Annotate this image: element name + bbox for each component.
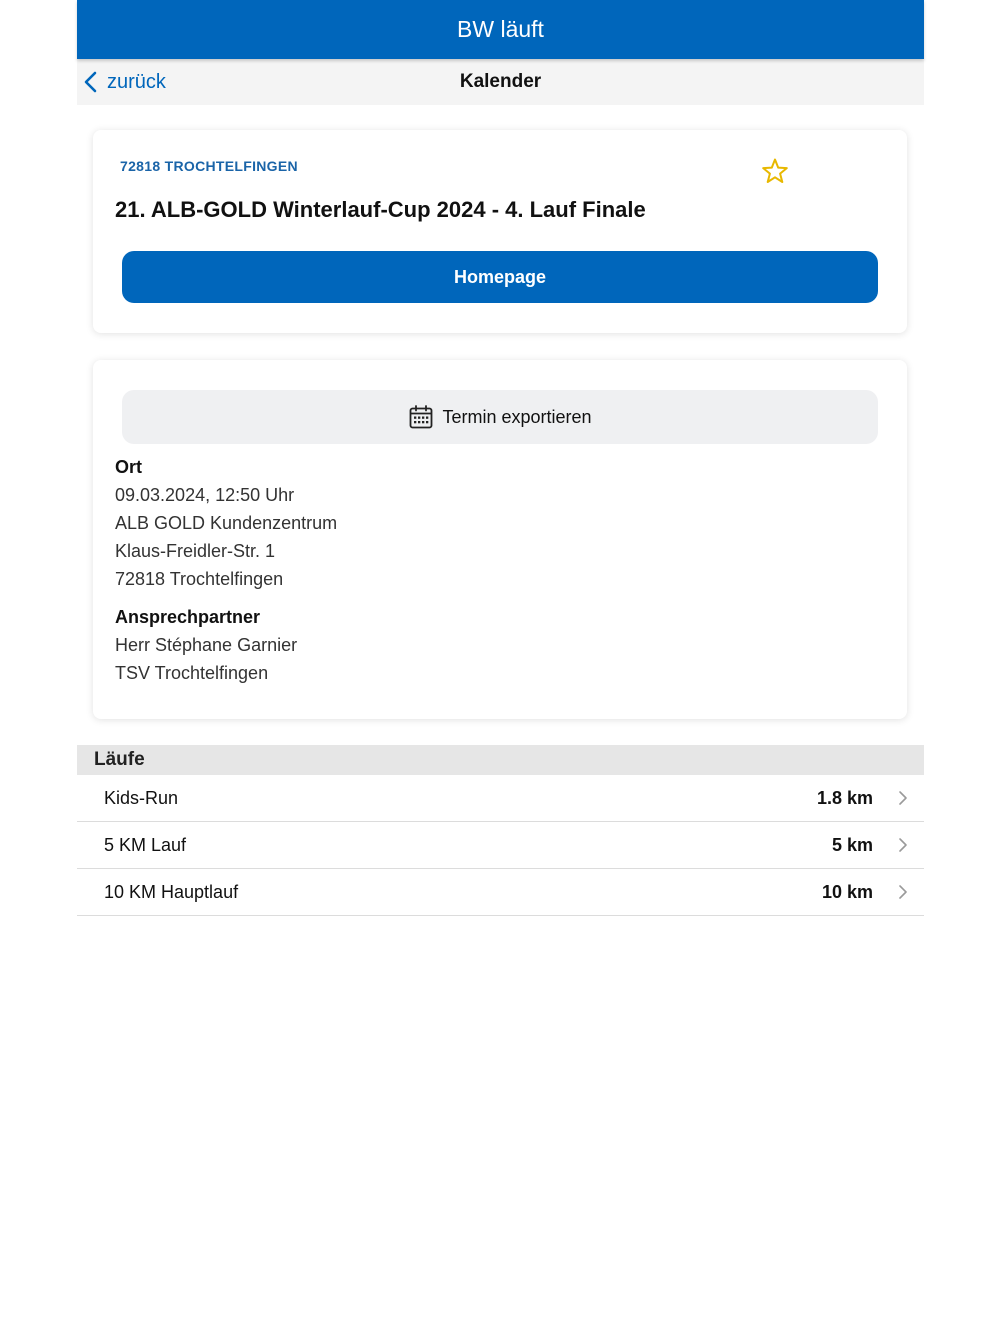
export-label: Termin exportieren [442,406,592,427]
list-item[interactable]: Kids-Run 1.8 km [77,775,924,822]
contact-name: Herr Stéphane Garnier [115,635,298,655]
event-details-card: Termin exportieren Ort 09.03.2024, 12:50… [93,360,907,719]
race-name: 10 KM Hauptlauf [104,881,239,902]
app-header: BW läuft [77,0,924,59]
list-item[interactable]: 5 KM Lauf 5 km [77,822,924,869]
navigation-bar: zurück Kalender [77,59,924,105]
export-event-button[interactable]: Termin exportieren [122,390,878,444]
venue-name: ALB GOLD Kundenzentrum [115,513,338,533]
event-location-tag: 72818 TROCHTELFINGEN [120,158,298,174]
race-distance: 5 km [831,834,873,855]
race-distance: 10 km [821,881,873,902]
chevron-right-icon [899,791,907,805]
homepage-button[interactable]: Homepage [122,251,878,303]
chevron-right-icon [899,838,907,852]
app-screen: BW läuft zurück Kalender 72818 TROCHTELF… [77,0,924,1334]
event-title: 21. ALB-GOLD Winterlauf-Cup 2024 - 4. La… [115,197,646,222]
page-title: Kalender [459,71,542,92]
contact-organization: TSV Trochtelfingen [115,663,269,683]
location-heading: Ort [115,457,142,477]
races-section-header: Läufe [77,745,924,775]
contact-heading: Ansprechpartner [115,607,261,627]
app-title: BW läuft [457,16,544,42]
event-card: 72818 TROCHTELFINGEN 21. ALB-GOLD Winter… [93,130,907,333]
race-name: 5 KM Lauf [104,834,187,855]
back-button[interactable]: zurück [83,59,166,105]
contact-info: Ansprechpartner Herr Stéphane Garnier TS… [115,603,297,687]
event-datetime: 09.03.2024, 12:50 Uhr [115,485,295,505]
star-icon[interactable] [761,157,789,185]
race-distance: 1.8 km [816,787,873,808]
venue-street: Klaus-Freidler-Str. 1 [115,541,276,561]
location-info: Ort 09.03.2024, 12:50 Uhr ALB GOLD Kunde… [115,453,337,593]
race-list: Kids-Run 1.8 km 5 KM Lauf 5 km 10 KM Hau… [77,775,924,916]
list-item[interactable]: 10 KM Hauptlauf 10 km [77,869,924,916]
venue-city: 72818 Trochtelfingen [115,569,284,589]
chevron-right-icon [899,885,907,899]
back-label: zurück [107,70,166,93]
calendar-icon [410,405,433,429]
chevron-left-icon [84,71,97,93]
race-name: Kids-Run [104,787,179,808]
